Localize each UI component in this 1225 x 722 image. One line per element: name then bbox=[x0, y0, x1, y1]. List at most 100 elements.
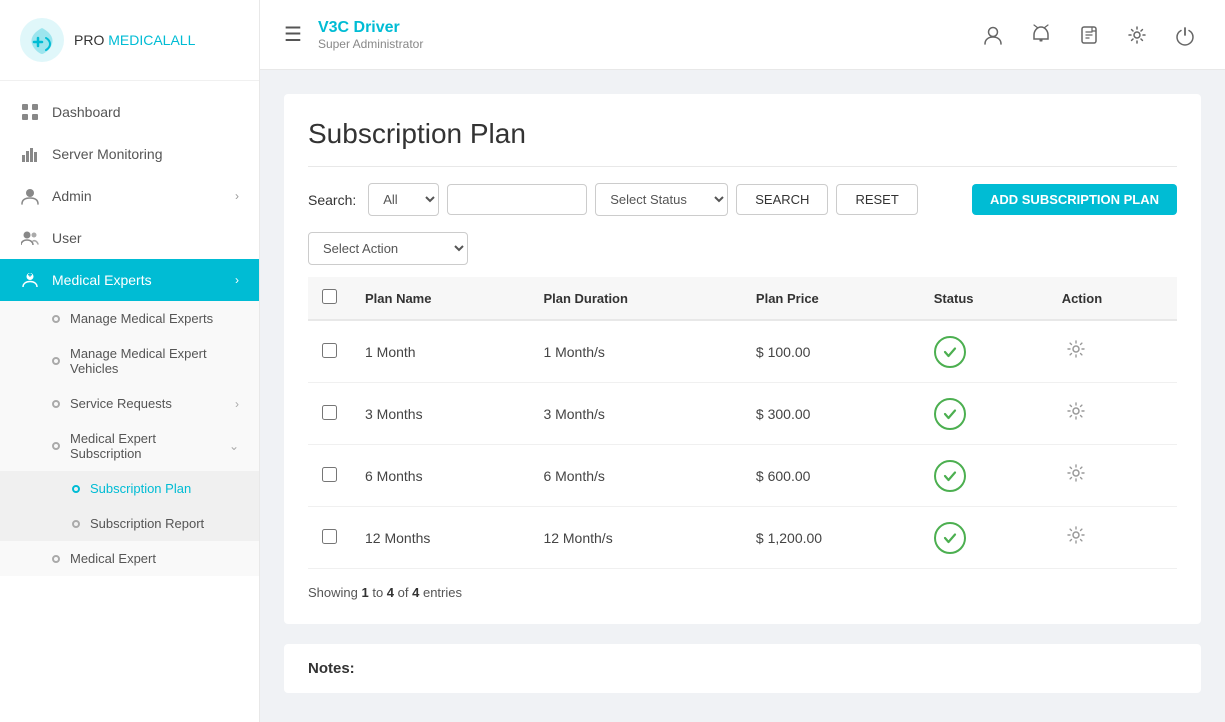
action-gear-button[interactable] bbox=[1062, 521, 1090, 554]
sidebar-item-expert-subscription[interactable]: Medical Expert Subscription ⌄ bbox=[0, 421, 259, 471]
chevron-down-icon: ⌄ bbox=[229, 439, 239, 453]
showing-entries: entries bbox=[423, 585, 462, 600]
settings-icon[interactable] bbox=[1121, 19, 1153, 51]
sidebar-item-label: Subscription Report bbox=[90, 516, 204, 531]
search-bar: Search: All Select Status SEARCH RESET A… bbox=[308, 183, 1177, 216]
logo: PRO MEDICALALL bbox=[0, 0, 259, 81]
sidebar-item-label: User bbox=[52, 230, 239, 246]
showing-start: 1 bbox=[361, 585, 368, 600]
dot-icon bbox=[52, 400, 60, 408]
action-gear-button[interactable] bbox=[1062, 335, 1090, 368]
table-row: 12 Months 12 Month/s $ 1,200.00 bbox=[308, 507, 1177, 569]
row-checkbox[interactable] bbox=[322, 529, 337, 544]
sidebar-item-medical-expert-bottom[interactable]: Medical Expert bbox=[0, 541, 259, 576]
showing-text: Showing 1 to 4 of 4 entries bbox=[308, 585, 1177, 600]
cell-plan-duration: 6 Month/s bbox=[529, 445, 741, 507]
alert-icon[interactable] bbox=[1025, 19, 1057, 51]
header-status: Status bbox=[920, 277, 1048, 320]
add-subscription-plan-button[interactable]: ADD SUBSCRIPTION PLAN bbox=[972, 184, 1177, 215]
action-gear-button[interactable] bbox=[1062, 459, 1090, 492]
cell-status bbox=[920, 507, 1048, 569]
main-content: ☰ V3C Driver Super Administrator bbox=[260, 0, 1225, 722]
action-gear-button[interactable] bbox=[1062, 397, 1090, 430]
search-type-select[interactable]: All bbox=[368, 183, 439, 216]
reset-button[interactable]: RESET bbox=[836, 184, 917, 215]
sidebar-navigation: Dashboard Server Monitoring Admin › User bbox=[0, 81, 259, 586]
sidebar-item-medical-experts[interactable]: Medical Experts › bbox=[0, 259, 259, 301]
table-row: 3 Months 3 Month/s $ 300.00 bbox=[308, 383, 1177, 445]
notes-icon[interactable] bbox=[1073, 19, 1105, 51]
sidebar-item-service-requests[interactable]: Service Requests › bbox=[0, 386, 259, 421]
power-icon[interactable] bbox=[1169, 19, 1201, 51]
showing-end: 4 bbox=[387, 585, 394, 600]
status-active-icon bbox=[934, 398, 966, 430]
admin-icon bbox=[20, 186, 40, 206]
sidebar-item-admin[interactable]: Admin › bbox=[0, 175, 259, 217]
sidebar-item-label: Service Requests bbox=[70, 396, 172, 411]
cell-plan-name: 3 Months bbox=[351, 383, 529, 445]
header-checkbox-cell bbox=[308, 277, 351, 320]
cell-action bbox=[1048, 445, 1177, 507]
user-icon bbox=[20, 228, 40, 248]
row-checkbox[interactable] bbox=[322, 467, 337, 482]
sidebar-item-subscription-report[interactable]: Subscription Report bbox=[0, 506, 259, 541]
header-plan-price: Plan Price bbox=[742, 277, 920, 320]
page-content: Subscription Plan Search: All Select Sta… bbox=[260, 70, 1225, 722]
status-active-icon bbox=[934, 522, 966, 554]
showing-total: 4 bbox=[412, 585, 419, 600]
sidebar-item-subscription-plan[interactable]: Subscription Plan bbox=[0, 471, 259, 506]
logo-text: PRO MEDICALALL bbox=[74, 32, 195, 48]
cell-plan-duration: 1 Month/s bbox=[529, 320, 741, 383]
medical-experts-icon bbox=[20, 270, 40, 290]
sidebar-item-manage-experts[interactable]: Manage Medical Experts bbox=[0, 301, 259, 336]
search-button[interactable]: SEARCH bbox=[736, 184, 828, 215]
topbar-icons bbox=[977, 19, 1201, 51]
sidebar-item-user[interactable]: User bbox=[0, 217, 259, 259]
cell-action bbox=[1048, 383, 1177, 445]
notes-title: Notes: bbox=[308, 660, 355, 677]
sidebar-item-label: Manage Medical Expert Vehicles bbox=[70, 346, 239, 376]
select-all-checkbox[interactable] bbox=[322, 289, 337, 304]
cell-action bbox=[1048, 507, 1177, 569]
logo-medical: MEDICALALL bbox=[108, 32, 195, 48]
chevron-right-icon: › bbox=[235, 189, 239, 203]
sidebar: PRO MEDICALALL Dashboard Server Monitori… bbox=[0, 0, 260, 722]
driver-name: V3C Driver bbox=[318, 19, 977, 37]
status-select[interactable]: Select Status bbox=[595, 183, 728, 216]
sidebar-item-label: Medical Expert Subscription bbox=[70, 431, 229, 461]
row-checkbox-cell bbox=[308, 383, 351, 445]
profile-icon[interactable] bbox=[977, 19, 1009, 51]
topbar-title: V3C Driver Super Administrator bbox=[318, 19, 977, 51]
cell-status bbox=[920, 383, 1048, 445]
sidebar-item-label: Manage Medical Experts bbox=[70, 311, 213, 326]
table-header-row: Plan Name Plan Duration Plan Price Statu… bbox=[308, 277, 1177, 320]
sidebar-item-dashboard[interactable]: Dashboard bbox=[0, 91, 259, 133]
dot-icon bbox=[52, 357, 60, 365]
cell-plan-name: 1 Month bbox=[351, 320, 529, 383]
server-monitoring-icon bbox=[20, 144, 40, 164]
row-checkbox[interactable] bbox=[322, 343, 337, 358]
search-label: Search: bbox=[308, 192, 356, 208]
cell-plan-duration: 3 Month/s bbox=[529, 383, 741, 445]
page-title: Subscription Plan bbox=[308, 118, 1177, 167]
sidebar-item-label: Medical Expert bbox=[70, 551, 156, 566]
dot-icon bbox=[52, 315, 60, 323]
sidebar-item-label: Medical Experts bbox=[52, 272, 235, 288]
cell-plan-price: $ 300.00 bbox=[742, 383, 920, 445]
cell-plan-duration: 12 Month/s bbox=[529, 507, 741, 569]
table-row: 6 Months 6 Month/s $ 600.00 bbox=[308, 445, 1177, 507]
row-checkbox-cell bbox=[308, 320, 351, 383]
action-select[interactable]: Select Action bbox=[308, 232, 468, 265]
sidebar-item-manage-vehicles[interactable]: Manage Medical Expert Vehicles bbox=[0, 336, 259, 386]
sidebar-item-label: Subscription Plan bbox=[90, 481, 191, 496]
logo-icon bbox=[20, 18, 64, 62]
subscription-plan-card: Subscription Plan Search: All Select Sta… bbox=[284, 94, 1201, 624]
row-checkbox[interactable] bbox=[322, 405, 337, 420]
status-active-icon bbox=[934, 336, 966, 368]
dot-icon bbox=[72, 485, 80, 493]
sidebar-item-server-monitoring[interactable]: Server Monitoring bbox=[0, 133, 259, 175]
menu-toggle-button[interactable]: ☰ bbox=[284, 22, 302, 47]
chevron-right-icon: › bbox=[235, 397, 239, 411]
dot-icon bbox=[72, 520, 80, 528]
search-input[interactable] bbox=[447, 184, 587, 215]
